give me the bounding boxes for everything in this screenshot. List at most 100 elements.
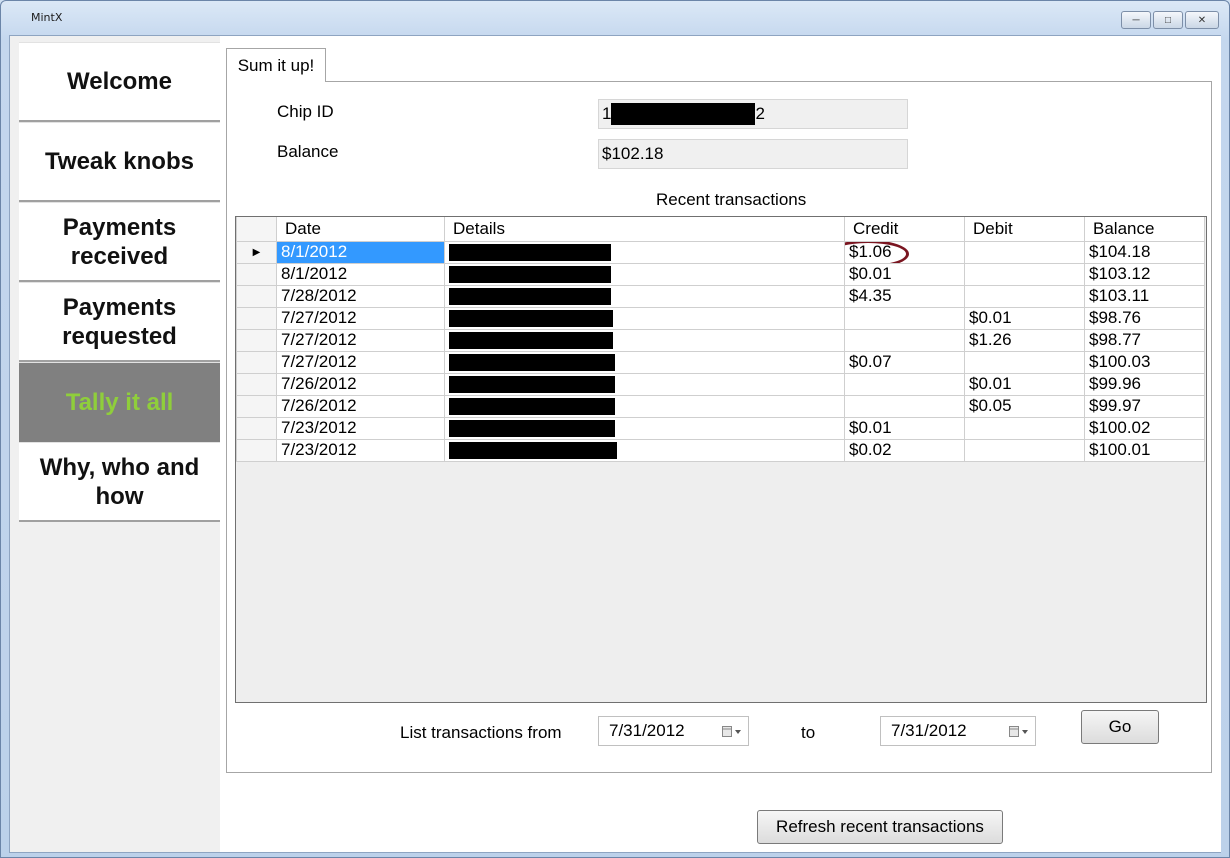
column-header-credit[interactable]: Credit <box>844 217 965 242</box>
table-row[interactable]: 7/26/2012 $0.01 $99.96 <box>236 372 1205 396</box>
cell-balance[interactable]: $104.18 <box>1084 240 1205 264</box>
cell-credit[interactable]: $4.35 <box>844 284 965 308</box>
current-row-indicator-icon: ▶ <box>236 240 277 264</box>
cell-details[interactable] <box>444 438 845 462</box>
cell-details[interactable] <box>444 240 845 264</box>
calendar-dropdown-icon[interactable] <box>722 725 742 739</box>
cell-date[interactable]: 7/27/2012 <box>276 350 445 374</box>
cell-debit[interactable]: $0.01 <box>964 372 1085 396</box>
table-row[interactable]: 7/28/2012 $4.35 $103.11 <box>236 284 1205 308</box>
cell-credit[interactable]: $0.01 <box>844 416 965 440</box>
table-row[interactable]: 7/26/2012 $0.05 $99.97 <box>236 394 1205 418</box>
cell-details[interactable] <box>444 394 845 418</box>
transactions-table: Date Details Credit Debit Balance ▶ 8/1/… <box>236 217 1205 462</box>
maximize-button[interactable]: □ <box>1153 11 1183 29</box>
balance-field[interactable]: $102.18 <box>598 139 908 169</box>
table-row[interactable]: 7/23/2012 $0.02 $100.01 <box>236 438 1205 462</box>
chip-id-field[interactable]: 12 <box>598 99 908 129</box>
cell-balance[interactable]: $99.97 <box>1084 394 1205 418</box>
calendar-dropdown-icon[interactable] <box>1009 725 1029 739</box>
nav-item-welcome[interactable]: Welcome <box>19 42 220 122</box>
cell-debit[interactable] <box>964 416 1085 440</box>
minimize-button[interactable]: ─ <box>1121 11 1151 29</box>
cell-details[interactable] <box>444 372 845 396</box>
cell-credit[interactable]: $0.01 <box>844 262 965 286</box>
cell-details[interactable] <box>444 350 845 374</box>
cell-credit[interactable] <box>844 306 965 330</box>
nav-item-tally-it-all[interactable]: Tally it all <box>19 362 220 442</box>
cell-date[interactable]: 7/27/2012 <box>276 328 445 352</box>
cell-details[interactable] <box>444 262 845 286</box>
cell-debit[interactable]: $0.05 <box>964 394 1085 418</box>
go-button[interactable]: Go <box>1081 710 1159 744</box>
cell-date[interactable]: 8/1/2012 <box>276 240 445 264</box>
cell-balance[interactable]: $100.01 <box>1084 438 1205 462</box>
cell-credit[interactable]: $0.02 <box>844 438 965 462</box>
cell-date[interactable]: 8/1/2012 <box>276 262 445 286</box>
cell-date[interactable]: 7/26/2012 <box>276 372 445 396</box>
close-icon: ✕ <box>1197 14 1207 26</box>
cell-balance[interactable]: $103.12 <box>1084 262 1205 286</box>
redaction-bar <box>449 332 613 350</box>
cell-details[interactable] <box>444 284 845 308</box>
row-header <box>236 284 277 308</box>
cell-debit[interactable] <box>964 284 1085 308</box>
cell-debit[interactable]: $0.01 <box>964 306 1085 330</box>
redaction-bar <box>449 420 615 438</box>
table-row[interactable]: 7/27/2012 $0.07 $100.03 <box>236 350 1205 374</box>
column-header-date[interactable]: Date <box>276 217 445 242</box>
cell-credit[interactable]: $1.06 <box>844 240 965 264</box>
cell-details[interactable] <box>444 416 845 440</box>
grid-title: Recent transactions <box>656 190 807 209</box>
cell-balance[interactable]: $100.02 <box>1084 416 1205 440</box>
cell-balance[interactable]: $98.77 <box>1084 328 1205 352</box>
table-row[interactable]: 8/1/2012 $0.01 $103.12 <box>236 262 1205 286</box>
cell-credit[interactable] <box>844 328 965 352</box>
cell-balance[interactable]: $99.96 <box>1084 372 1205 396</box>
cell-debit[interactable] <box>964 350 1085 374</box>
row-header <box>236 306 277 330</box>
from-date-picker[interactable]: 7/31/2012 <box>598 716 749 746</box>
table-row[interactable]: 7/27/2012 $1.26 $98.77 <box>236 328 1205 352</box>
cell-balance[interactable]: $103.11 <box>1084 284 1205 308</box>
column-header-balance[interactable]: Balance <box>1084 217 1205 242</box>
cell-date[interactable]: 7/27/2012 <box>276 306 445 330</box>
annotation-circle <box>845 242 909 262</box>
cell-date[interactable]: 7/28/2012 <box>276 284 445 308</box>
table-row[interactable]: ▶ 8/1/2012 $1.06 $104.18 <box>236 240 1205 264</box>
column-header-details[interactable]: Details <box>444 217 845 242</box>
table-row[interactable]: 7/27/2012 $0.01 $98.76 <box>236 306 1205 330</box>
nav-item-tweak-knobs[interactable]: Tweak knobs <box>19 122 220 202</box>
nav-item-why-who-how[interactable]: Why, who and how <box>19 442 220 522</box>
to-date-picker[interactable]: 7/31/2012 <box>880 716 1036 746</box>
cell-debit[interactable] <box>964 240 1085 264</box>
cell-credit[interactable] <box>844 394 965 418</box>
redaction-bar <box>449 354 615 372</box>
redaction-bar <box>449 244 611 262</box>
close-button[interactable]: ✕ <box>1185 11 1219 29</box>
redaction-bar <box>449 310 613 328</box>
nav-item-payments-requested[interactable]: Payments requested <box>19 282 220 362</box>
to-label: to <box>801 723 816 742</box>
chip-id-prefix: 1 <box>602 104 612 123</box>
tab-sum-it-up[interactable]: Sum it up! <box>226 48 326 82</box>
title-bar[interactable]: MintX ─ □ ✕ <box>1 1 1229 35</box>
cell-details[interactable] <box>444 328 845 352</box>
cell-balance[interactable]: $98.76 <box>1084 306 1205 330</box>
cell-balance[interactable]: $100.03 <box>1084 350 1205 374</box>
cell-debit[interactable] <box>964 438 1085 462</box>
cell-details[interactable] <box>444 306 845 330</box>
column-header-debit[interactable]: Debit <box>964 217 1085 242</box>
cell-debit[interactable]: $1.26 <box>964 328 1085 352</box>
cell-credit[interactable]: $0.07 <box>844 350 965 374</box>
transactions-grid[interactable]: Date Details Credit Debit Balance ▶ 8/1/… <box>235 216 1207 703</box>
cell-date[interactable]: 7/23/2012 <box>276 416 445 440</box>
nav-item-payments-received[interactable]: Payments received <box>19 202 220 282</box>
cell-date[interactable]: 7/26/2012 <box>276 394 445 418</box>
row-header <box>236 394 277 418</box>
cell-debit[interactable] <box>964 262 1085 286</box>
refresh-transactions-button[interactable]: Refresh recent transactions <box>757 810 1003 844</box>
cell-credit[interactable] <box>844 372 965 396</box>
table-row[interactable]: 7/23/2012 $0.01 $100.02 <box>236 416 1205 440</box>
cell-date[interactable]: 7/23/2012 <box>276 438 445 462</box>
